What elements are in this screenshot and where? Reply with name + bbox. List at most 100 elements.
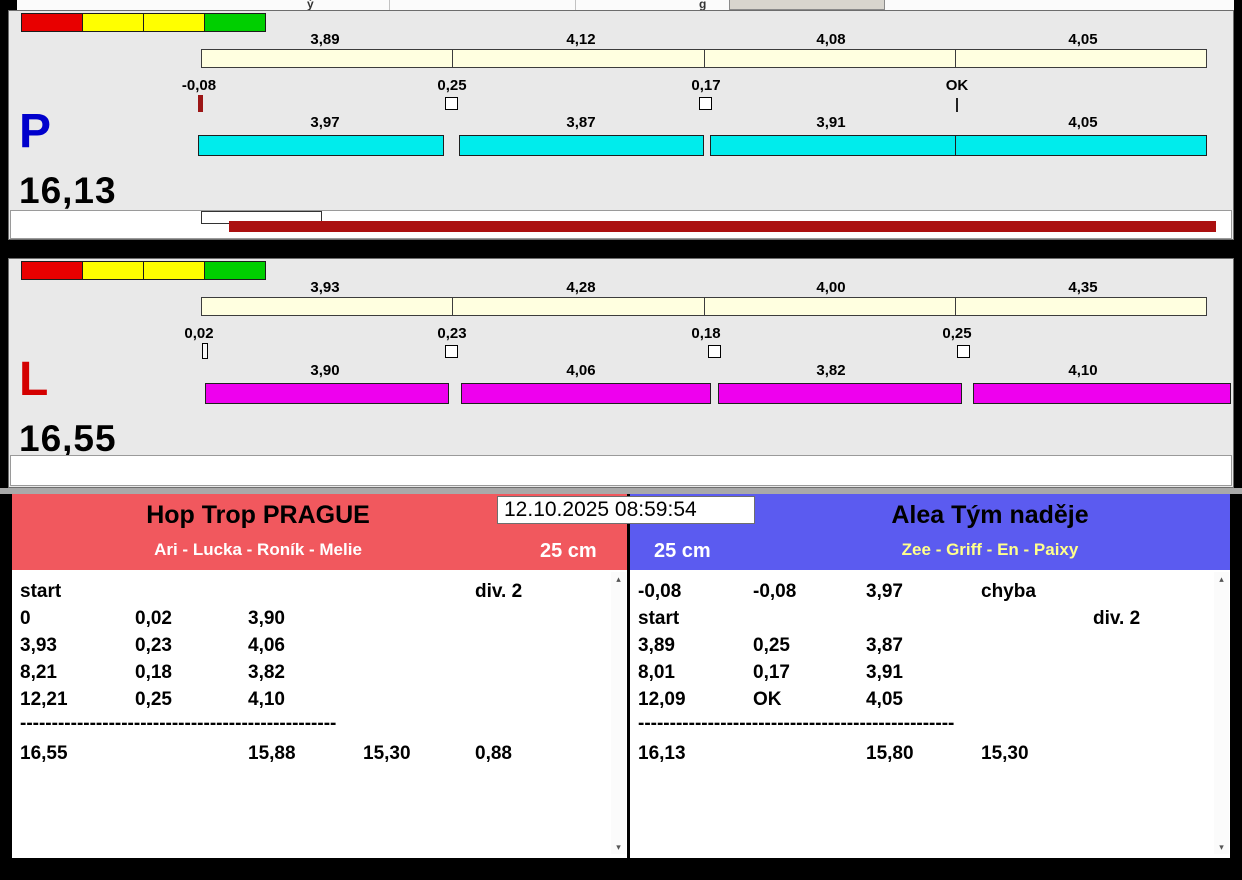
table-cell: 8,01 [638,662,675,683]
table-cell: -0,08 [753,581,797,602]
table-cell [475,605,627,632]
table-cell: 0,02 [135,608,172,629]
menu-separator [389,0,390,10]
lap-bar-segment [973,383,1231,404]
table-cell: 4,06 [248,635,285,656]
start-offset-marker [198,95,203,112]
progress-strip [10,210,1232,239]
table-cell: 4,05 [866,689,903,710]
legend-yellow-cell [83,14,144,31]
lap-bar-segment [198,135,444,156]
table-cell [866,605,981,632]
lane-width-label: 25 cm [540,540,597,562]
lap-bar-segment [459,135,704,156]
table-cell: 3,97 [866,581,903,602]
scroll-down-icon[interactable]: ▾ [1214,840,1229,854]
progress-strip [10,455,1232,486]
table-cell [981,632,1093,659]
legend-yellow-cell [144,262,205,279]
toolbar-button[interactable] [729,0,885,10]
table-cell: 3,89 [638,635,675,656]
start-offset-marker [202,343,208,359]
menu-fragment: g [699,0,707,10]
legend-yellow-cell [83,262,144,279]
reference-split-value: 4,08 [816,31,846,48]
table-row: 3,93 0,23 4,06 [12,632,627,659]
table-row: 12,21 0,25 4,10 [12,686,627,713]
total-row: 16,55 15,88 15,30 0,88 [12,740,627,767]
reference-split-value: 4,12 [566,31,596,48]
table-cell: -0,08 [638,581,682,602]
scroll-down-icon[interactable]: ▾ [611,840,626,854]
table-cell: 16,55 [20,743,68,764]
vertical-scrollbar[interactable]: ▴ ▾ [611,572,626,854]
ok-tick-marker [956,98,958,112]
table-cell [475,659,627,686]
table-cell: 15,30 [981,743,1029,764]
table-cell [981,686,1093,713]
bottom-bar [0,858,1242,880]
teams-section: 12.10.2025 08:59:54 Hop Trop PRAGUE Ari … [8,494,1234,858]
table-cell: 3,93 [20,635,57,656]
team-members: Ari - Lucka - Roník - Melie [154,540,362,559]
boundary-offset-value: 0,02 [184,325,214,342]
table-cell: 4,10 [248,689,285,710]
reference-bar [201,49,1207,68]
legend-green-cell [205,14,265,31]
table-row: 0 0,02 3,90 [12,605,627,632]
reference-bar [201,297,1207,316]
team-name: Hop Trop PRAGUE [146,501,370,529]
reference-split-value: 4,05 [1068,31,1098,48]
table-cell [981,605,1093,632]
lane-panel-p: 3,89 4,12 4,08 4,05 -0,08 0,25 0,17 OK 3… [8,10,1234,240]
table-cell: 3,87 [866,635,903,656]
boundary-offset-value: -0,08 [181,77,217,94]
boundary-offset-value: 0,17 [691,77,721,94]
table-cell [1093,632,1230,659]
results-table: start div. 2 0 0,02 3,90 3,93 0,23 4,06 [12,570,627,858]
team-name: Alea Tým naděje [891,501,1089,529]
table-cell: 12,21 [20,689,68,710]
table-row: 8,01 0,17 3,91 [630,659,1230,686]
lap-time-value: 4,10 [1068,362,1098,379]
table-cell: 3,90 [248,608,285,629]
results-table: -0,08 -0,08 3,97 chyba start div. 2 3,89… [630,570,1230,858]
team-panel-right: Alea Tým naděje Zee - Griff - En - Paixy… [630,494,1230,858]
boundary-marker-box [957,345,970,358]
lap-time-value: 4,05 [1068,114,1098,131]
lap-time-value: 3,82 [816,362,846,379]
scroll-up-icon[interactable]: ▴ [1214,572,1229,586]
table-cell: 16,13 [638,743,686,764]
reference-split-value: 4,28 [566,279,596,296]
table-cell: 0,25 [135,689,172,710]
timestamp-box: 12.10.2025 08:59:54 [497,496,755,524]
table-cell [753,605,866,632]
reference-split-value: 4,00 [816,279,846,296]
menu-fragment: ý [307,0,314,10]
table-cell: start [20,581,62,602]
lap-bar-segment [955,135,1207,156]
table-row: -0,08 -0,08 3,97 chyba [630,578,1230,605]
legend-red-cell [22,14,83,31]
table-cell: 15,30 [363,743,411,764]
lap-time-value: 3,87 [566,114,596,131]
scroll-up-icon[interactable]: ▴ [611,572,626,586]
boundary-offset-value: 0,25 [437,77,467,94]
lap-bar-segment [461,383,711,404]
lane-letter: L [19,353,49,406]
table-cell [363,686,475,713]
table-cell [981,659,1093,686]
table-row: start div. 2 [12,578,627,605]
table-cell: 3,91 [866,662,903,683]
lane-letter: P [19,105,52,158]
table-cell: 3,82 [248,662,285,683]
window-top-strip: ý g [17,0,1234,10]
boundary-offset-value: OK [945,77,969,94]
boundary-offset-value: 0,18 [691,325,721,342]
vertical-scrollbar[interactable]: ▴ ▾ [1214,572,1229,854]
boundary-marker-box [445,345,458,358]
status-legend [21,13,266,32]
table-cell [363,632,475,659]
table-cell [363,659,475,686]
table-cell [135,740,248,767]
